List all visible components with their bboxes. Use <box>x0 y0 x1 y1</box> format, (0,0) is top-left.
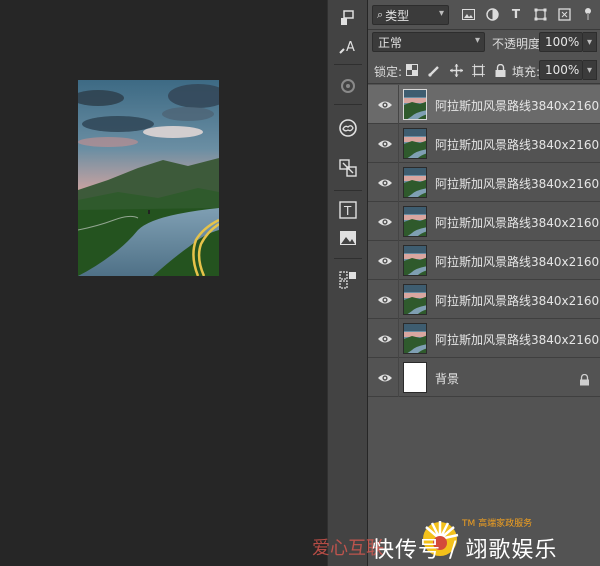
layer-thumbnail[interactable] <box>403 89 427 120</box>
landscape-image <box>78 80 219 276</box>
visibility-eye-icon[interactable] <box>377 292 393 306</box>
layer-row-divider <box>398 358 399 397</box>
layer-thumbnail[interactable] <box>403 245 427 276</box>
layer-row-divider <box>398 124 399 163</box>
image-filter-icon[interactable] <box>460 6 476 22</box>
image-icon[interactable] <box>336 226 360 250</box>
layer-row-divider <box>398 280 399 319</box>
layer-row[interactable]: 阿拉斯加风景路线3840x2160... <box>368 241 600 280</box>
canvas-area[interactable] <box>0 0 327 566</box>
fill-dropdown-icon[interactable]: ▾ <box>583 60 597 80</box>
layer-thumbnail[interactable] <box>403 362 427 393</box>
layer-name: 阿拉斯加风景路线3840x2160... <box>435 255 600 269</box>
layer-row[interactable]: 阿拉斯加风景路线3840x2160... <box>368 124 600 163</box>
svg-text:T: T <box>343 204 352 218</box>
layer-name: 阿拉斯加风景路线3840x2160... <box>435 294 600 308</box>
opacity-value: 100% <box>545 35 580 49</box>
blend-mode-select[interactable]: 正常 ▾ <box>372 32 485 52</box>
opacity-label: 不透明度: <box>492 37 545 51</box>
shape-filter-icon[interactable] <box>532 6 548 22</box>
brush-text-icon[interactable]: A <box>336 34 360 58</box>
layer-name: 阿拉斯加风景路线3840x2160... <box>435 333 600 347</box>
layer-row[interactable]: 阿拉斯加风景路线3840x2160... <box>368 163 600 202</box>
panel-divider <box>368 83 600 84</box>
toolbar-divider <box>334 104 362 105</box>
creative-cloud-icon[interactable] <box>336 116 360 140</box>
search-icon: ⌕ <box>377 8 384 21</box>
visibility-eye-icon[interactable] <box>377 370 393 384</box>
tool-panel: A T <box>327 0 367 566</box>
blend-mode-value: 正常 <box>378 35 403 50</box>
layer-name: 阿拉斯加风景路线3840x2160... <box>435 99 600 113</box>
svg-text:A: A <box>346 40 355 55</box>
layer-row[interactable]: 阿拉斯加风景路线3840x2160... <box>368 202 600 241</box>
circle-filter-icon[interactable] <box>484 6 500 22</box>
panel-divider <box>368 29 600 30</box>
layer-filter-select[interactable]: ⌕ 类型 ▾ <box>372 5 449 25</box>
smart-filter-icon[interactable] <box>556 6 572 22</box>
opacity-dropdown-icon[interactable]: ▾ <box>583 32 597 52</box>
layer-thumbnail[interactable] <box>403 167 427 198</box>
visibility-eye-icon[interactable] <box>377 214 393 228</box>
layer-name: 阿拉斯加风景路线3840x2160... <box>435 177 600 191</box>
lock-transparent-icon[interactable] <box>404 62 420 78</box>
lock-move-icon[interactable] <box>448 62 464 78</box>
lock-brush-icon[interactable] <box>426 62 442 78</box>
visibility-eye-icon[interactable] <box>377 253 393 267</box>
lock-artboard-icon[interactable] <box>470 62 486 78</box>
layer-row-divider <box>398 319 399 358</box>
fill-value: 100% <box>545 63 580 77</box>
watermark-tm-text: TM 高端家政服务 <box>462 519 533 529</box>
swap-icon[interactable] <box>336 156 360 180</box>
layer-thumbnail[interactable] <box>403 128 427 159</box>
chevron-down-icon: ▾ <box>438 8 444 19</box>
visibility-eye-icon[interactable] <box>377 331 393 345</box>
fill-input[interactable]: 100% <box>539 60 583 80</box>
fill-label: 填充: <box>512 65 541 79</box>
gear-3d-icon[interactable] <box>336 74 360 98</box>
toolbar-divider <box>334 64 362 65</box>
layer-row-divider <box>398 163 399 202</box>
type-tool-icon[interactable]: T <box>336 198 360 222</box>
document-image[interactable] <box>78 80 219 276</box>
layers-panel: ⌕ 类型 ▾ T 正常 ▾ 不透明度: 100% ▾ 锁定: 填充: 100% … <box>368 0 600 566</box>
layer-row[interactable]: 背景 <box>368 358 600 397</box>
layer-lock-icon <box>579 371 590 386</box>
toolbar-divider <box>334 258 362 259</box>
watermark-main: 快传号 / 翊歌娱乐 <box>372 538 558 563</box>
layer-row-divider <box>398 241 399 280</box>
visibility-eye-icon[interactable] <box>377 97 393 111</box>
opacity-input[interactable]: 100% <box>539 32 583 52</box>
stamp-icon[interactable] <box>336 6 360 30</box>
layer-thumbnail[interactable] <box>403 206 427 237</box>
filter-label: 类型 <box>385 8 410 23</box>
toolbar-divider <box>334 190 362 191</box>
type-filter-icon[interactable]: T <box>508 6 524 22</box>
layer-row-divider <box>398 85 399 124</box>
layer-name: 阿拉斯加风景路线3840x2160... <box>435 216 600 230</box>
filter-toggle-icon[interactable] <box>580 6 596 22</box>
layer-row[interactable]: 阿拉斯加风景路线3840x2160... <box>368 319 600 358</box>
layer-name: 阿拉斯加风景路线3840x2160... <box>435 138 600 152</box>
layer-row[interactable]: 阿拉斯加风景路线3840x2160... <box>368 280 600 319</box>
layer-name: 背景 <box>435 372 460 386</box>
layer-row[interactable]: 阿拉斯加风景路线3840x2160... <box>368 85 600 124</box>
visibility-eye-icon[interactable] <box>377 136 393 150</box>
shape-select-icon[interactable] <box>336 268 360 292</box>
layer-thumbnail[interactable] <box>403 284 427 315</box>
lock-all-icon[interactable] <box>492 62 508 78</box>
visibility-eye-icon[interactable] <box>377 175 393 189</box>
layer-thumbnail[interactable] <box>403 323 427 354</box>
lock-label: 锁定: <box>374 65 403 79</box>
chevron-down-icon: ▾ <box>474 35 480 46</box>
layer-row-divider <box>398 202 399 241</box>
